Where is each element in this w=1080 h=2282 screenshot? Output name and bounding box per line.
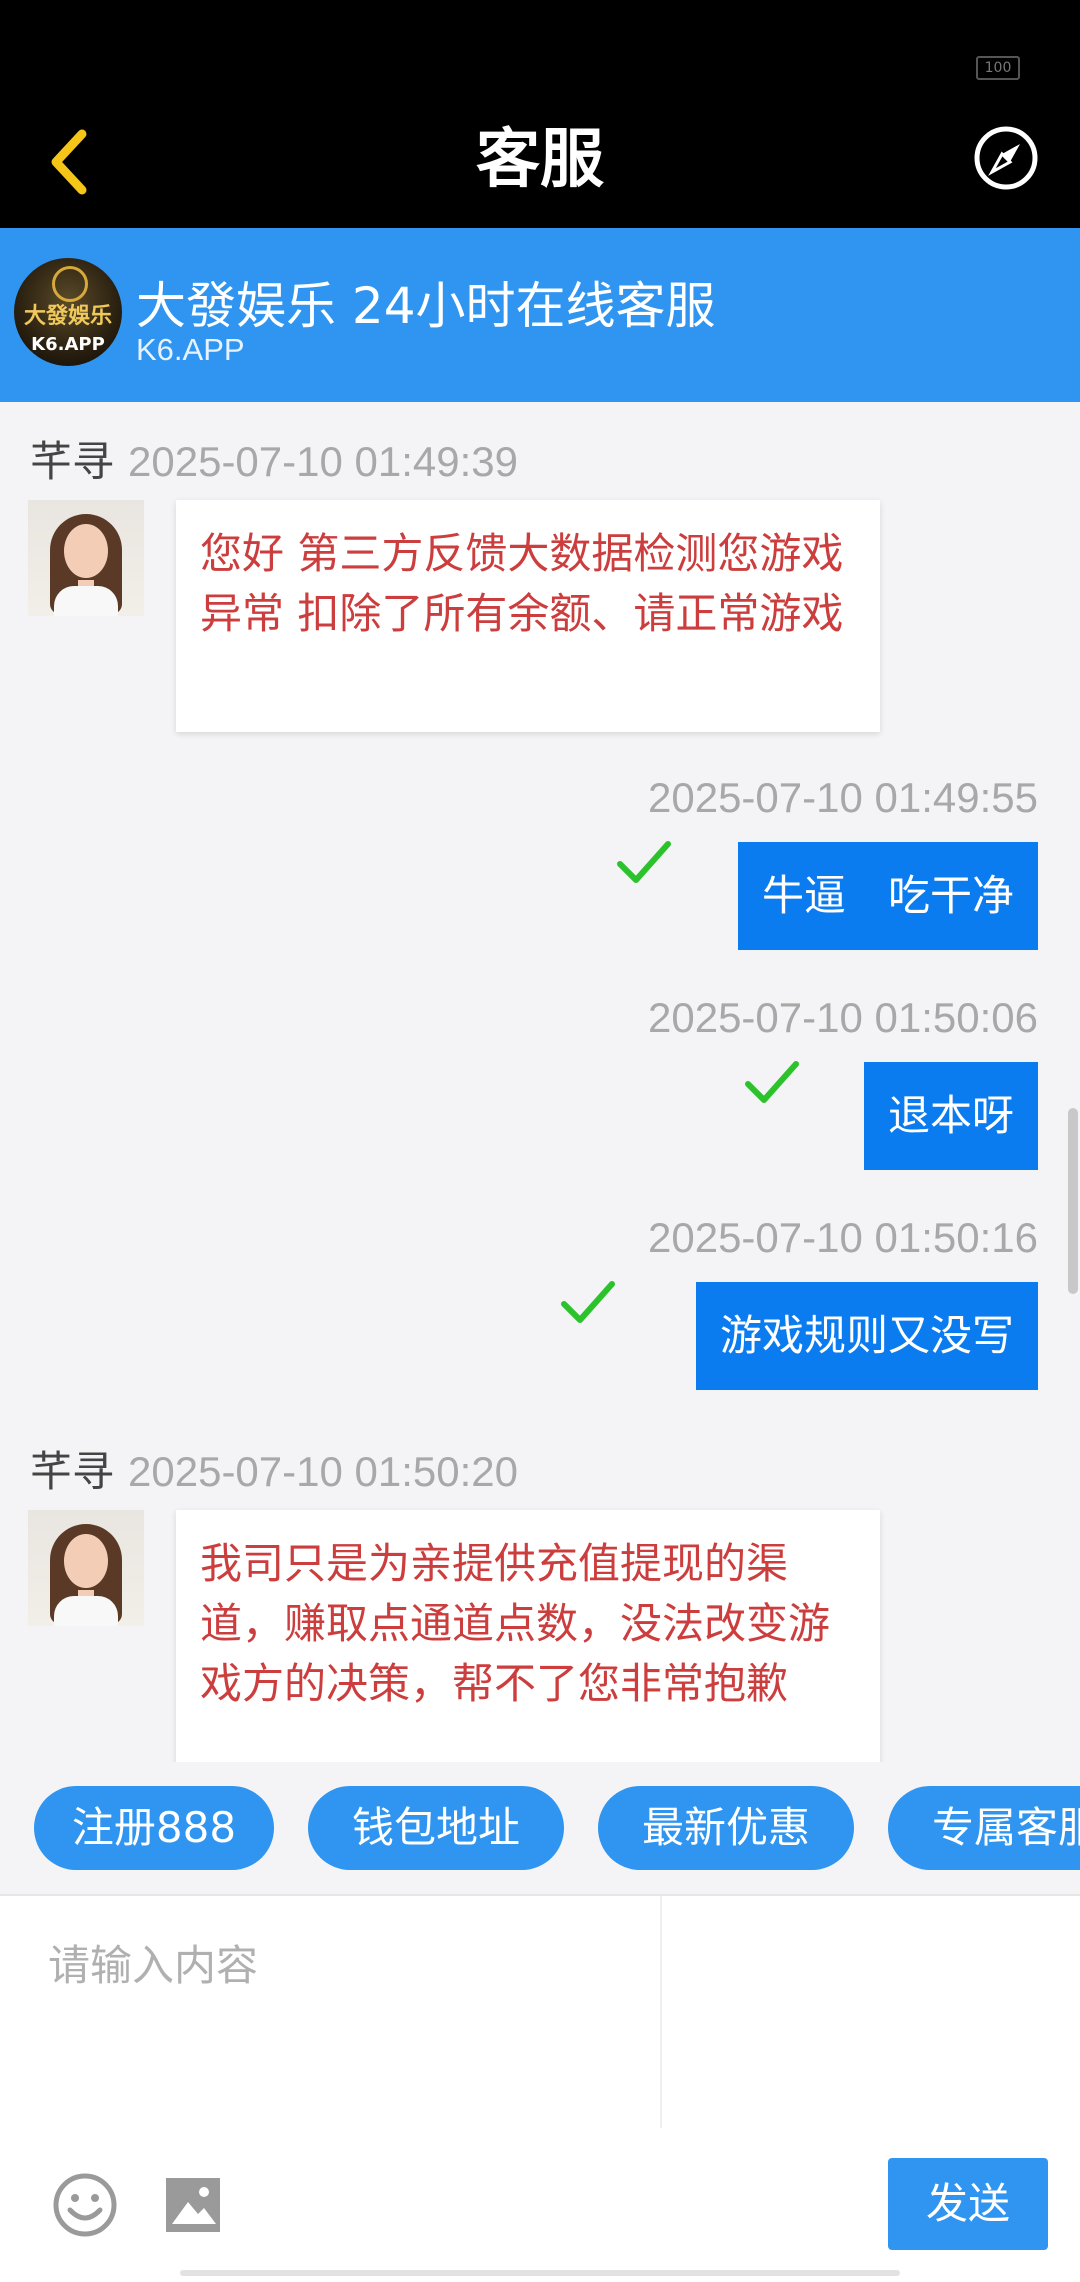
gesture-bar xyxy=(180,2270,900,2276)
agent-message-bubble[interactable]: 您好 第三方反馈大数据检测您游戏异常 扣除了所有余额、请正常游戏 xyxy=(176,500,880,732)
agent-name: 芊寻 xyxy=(30,437,115,486)
quick-reply-bar: 注册888 钱包地址 最新优惠 专属客服 xyxy=(0,1762,1080,1894)
checkmark-icon xyxy=(617,841,671,883)
status-bar: 100 xyxy=(0,0,1080,92)
composer: 发送 xyxy=(0,1894,1080,2282)
agent-name: 芊寻 xyxy=(30,1447,115,1496)
compass-button[interactable] xyxy=(972,124,1040,192)
my-message-bubble[interactable]: 牛逼 吃干净 xyxy=(737,842,1038,950)
message-time: 2025-07-10 01:50:20 xyxy=(128,1448,519,1495)
agent-message-bubble[interactable]: 我司只是为亲提供充值提现的渠道，赚取点通道点数，没法改变游戏方的决策，帮不了您非… xyxy=(176,1510,880,1762)
agent-avatar[interactable] xyxy=(28,1510,144,1626)
logo-subtext: K6.APP xyxy=(31,334,105,355)
compass-icon xyxy=(974,126,1038,190)
quick-reply-button[interactable]: 专属客服 xyxy=(888,1786,1080,1870)
service-subtitle: K6.APP xyxy=(136,332,245,367)
message-time: 2025-07-10 01:50:16 xyxy=(648,1214,1038,1261)
send-button[interactable]: 发送 xyxy=(888,2158,1048,2250)
message-time: 2025-07-10 01:49:55 xyxy=(648,774,1038,821)
logo-text: 大發娛乐 xyxy=(23,304,112,329)
my-message-bubble[interactable]: 退本呀 xyxy=(863,1062,1038,1170)
image-icon[interactable] xyxy=(164,2176,222,2234)
page-title: 客服 xyxy=(476,123,604,197)
agent-avatar[interactable] xyxy=(28,500,144,616)
quick-reply-button[interactable]: 注册888 xyxy=(34,1786,274,1870)
nav-bar: 客服 xyxy=(0,92,1080,228)
message-time: 2025-07-10 01:50:06 xyxy=(648,994,1038,1041)
service-logo: 大發娛乐 K6.APP xyxy=(14,258,122,366)
checkmark-icon xyxy=(561,1281,615,1323)
chat-area[interactable]: 芊寻 2025-07-10 01:49:39 您好 第三方反馈大数据检测您游戏异常… xyxy=(0,402,1080,1762)
service-header: 大發娛乐 K6.APP 大發娱乐 24小时在线客服 K6.APP xyxy=(0,228,1080,402)
message-input[interactable] xyxy=(0,1896,660,2128)
quick-reply-button[interactable]: 钱包地址 xyxy=(308,1786,564,1870)
checkmark-icon xyxy=(745,1061,799,1103)
quick-reply-button[interactable]: 最新优惠 xyxy=(598,1786,854,1870)
battery-indicator: 100 xyxy=(976,56,1020,80)
logo-emblem xyxy=(52,266,88,302)
emoji-icon[interactable] xyxy=(52,2172,118,2238)
message-header: 芊寻 2025-07-10 01:49:39 xyxy=(30,428,518,489)
message-time: 2025-07-10 01:49:39 xyxy=(128,438,519,485)
message-header: 芊寻 2025-07-10 01:50:20 xyxy=(30,1438,518,1499)
my-message-bubble[interactable]: 游戏规则又没写 xyxy=(695,1282,1038,1390)
scrollbar[interactable] xyxy=(1068,1108,1078,1294)
service-title: 大發娱乐 24小时在线客服 xyxy=(136,277,716,335)
divider xyxy=(660,1896,662,2128)
